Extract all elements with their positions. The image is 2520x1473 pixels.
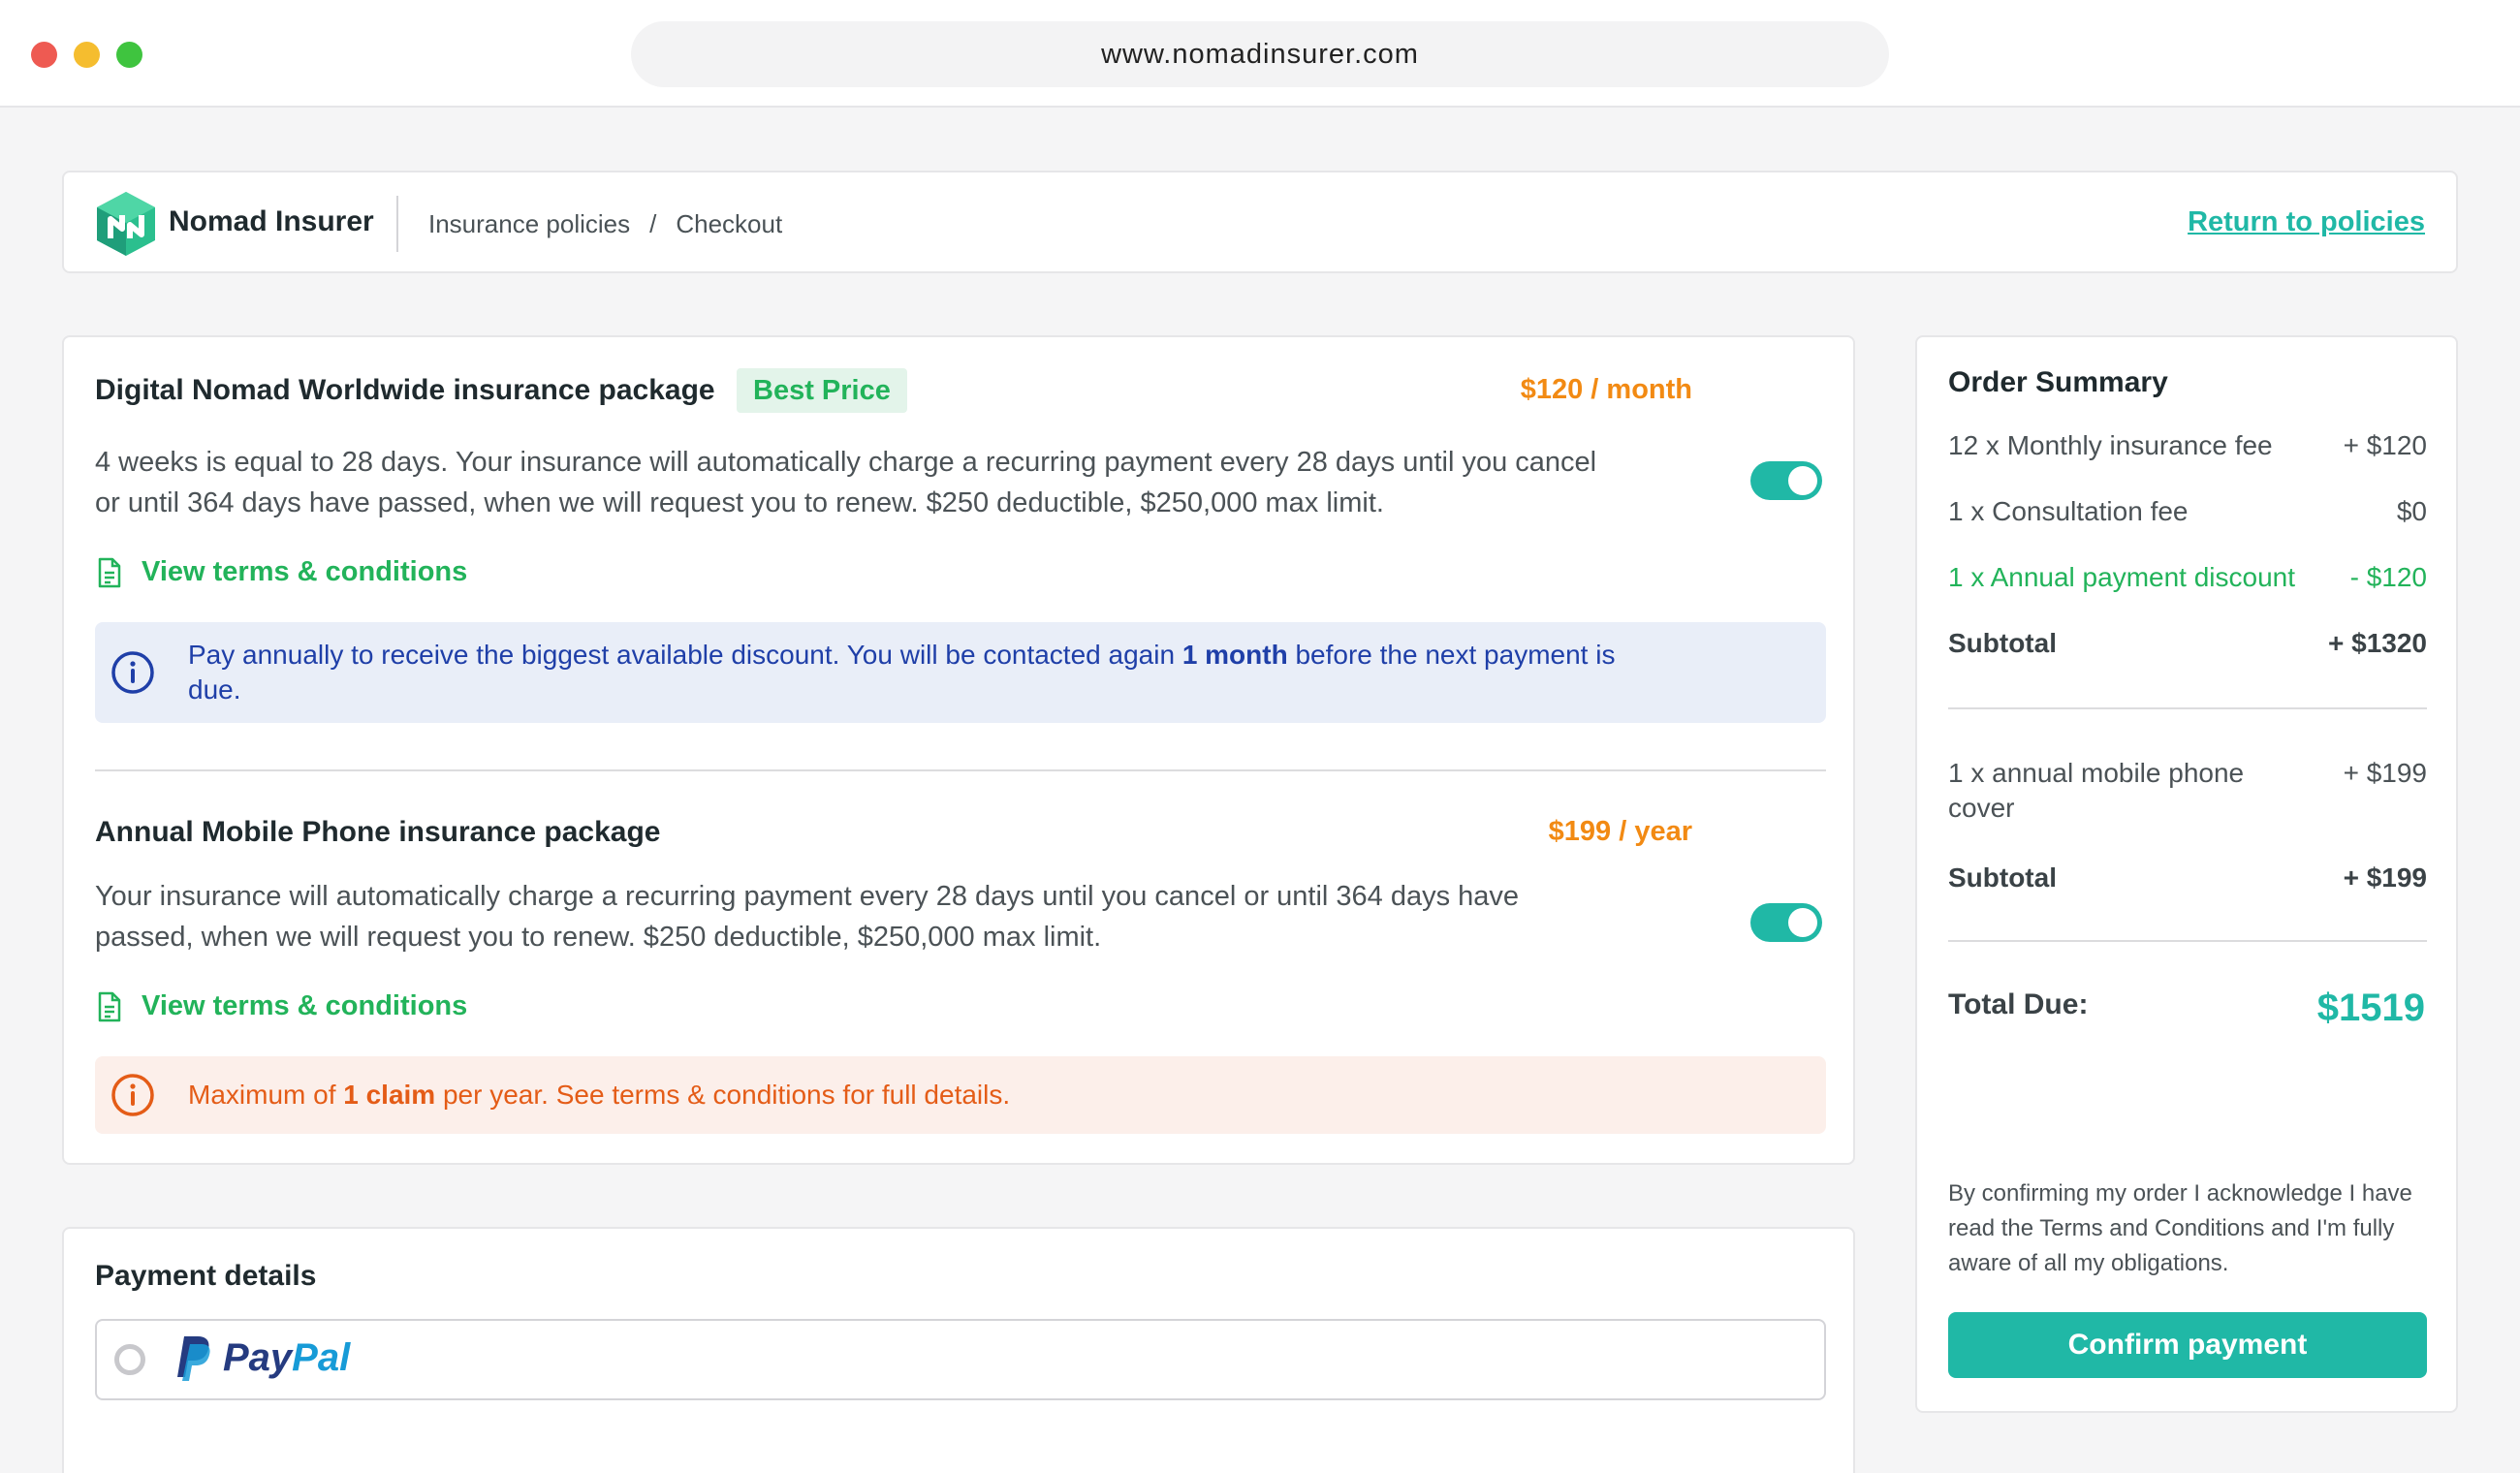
total-due-label: Total Due: (1948, 988, 2089, 1020)
package-toggle[interactable] (1750, 903, 1822, 942)
summary-row-amount: + $199 (2343, 862, 2427, 893)
confirm-payment-button[interactable]: Confirm payment (1948, 1312, 2427, 1378)
best-price-badge: Best Price (737, 368, 907, 413)
package-divider (95, 769, 1826, 771)
brand-name[interactable]: Nomad Insurer (169, 205, 374, 238)
description-line: passed, when we will request you to rene… (95, 922, 1102, 953)
packages-card: Digital Nomad Worldwide insurance packag… (62, 335, 1855, 1165)
summary-row-amount: + $1320 (2328, 628, 2427, 658)
summary-row-label: Subtotal (1948, 862, 2057, 893)
paypal-wordmark-pay: Pay (223, 1336, 293, 1379)
document-icon (98, 991, 121, 1021)
summary-divider (1948, 940, 2427, 942)
notice-highlight: 1 month (1181, 640, 1288, 670)
notice-text-part: due. (188, 674, 241, 705)
breadcrumb-checkout: Checkout (676, 209, 783, 238)
breadcrumb-insurance-policies[interactable]: Insurance policies (428, 209, 630, 239)
description-line: 4 weeks is equal to 28 days. Your insura… (95, 447, 1597, 478)
notice-text-part: per year. See terms & conditions for ful… (435, 1080, 1011, 1110)
nomad-insurer-logo-icon (97, 192, 155, 256)
summary-divider (1948, 707, 2427, 709)
browser-toolbar: www.nomadinsurer.com (0, 0, 2520, 108)
notice-text-part: Pay annually to receive the biggest avai… (188, 640, 1182, 670)
maximize-window-button[interactable] (116, 42, 142, 68)
summary-row-label: 1 x Annual payment discount (1948, 562, 2296, 592)
notice-text: Maximum of 1 claim per year. See terms &… (188, 1078, 1010, 1113)
view-terms-link[interactable]: View terms & conditions (95, 556, 467, 588)
close-window-button[interactable] (31, 42, 57, 68)
package-description: Your insurance will automatically charge… (95, 876, 1762, 957)
view-terms-label: View terms & conditions (142, 556, 468, 587)
paypal-wordmark: PayPal (223, 1336, 350, 1380)
breadcrumb-separator: / (649, 209, 657, 238)
toggle-knob (1788, 908, 1817, 937)
payment-details-card: Payment details PayPal (62, 1227, 1855, 1473)
address-bar[interactable]: www.nomadinsurer.com (631, 21, 1889, 87)
package-description: 4 weeks is equal to 28 days. Your insura… (95, 442, 1762, 523)
summary-row-amount: $0 (2396, 496, 2427, 526)
summary-row-label: 12 x Monthly insurance fee (1948, 430, 2273, 460)
notice-text-part: before the next payment is (1287, 640, 1616, 670)
document-icon (98, 557, 121, 587)
summary-row-amount: + $199 (2343, 758, 2427, 788)
order-summary-card: Order Summary 12 x Monthly insurance fee… (1915, 335, 2458, 1413)
package-title: Annual Mobile Phone insurance package (95, 816, 661, 848)
payment-details-title: Payment details (95, 1260, 317, 1292)
summary-row-label: Subtotal (1948, 628, 2057, 658)
package-price: $199 / year (1548, 816, 1692, 847)
claim-limit-notice: Maximum of 1 claim per year. See terms &… (95, 1056, 1826, 1134)
summary-row-amount: - $120 (2349, 562, 2427, 592)
paypal-radio[interactable] (114, 1344, 145, 1375)
return-to-policies-link[interactable]: Return to policies (2188, 206, 2425, 238)
toggle-knob (1788, 466, 1817, 495)
nav-divider (396, 196, 398, 252)
total-due-amount: $1519 (2316, 987, 2425, 1029)
view-terms-link[interactable]: View terms & conditions (95, 990, 467, 1022)
notice-text: Pay annually to receive the biggest avai… (188, 638, 1615, 707)
view-terms-label: View terms & conditions (142, 990, 468, 1021)
alert-info-icon (111, 1074, 154, 1116)
minimize-window-button[interactable] (74, 42, 100, 68)
description-line: Your insurance will automatically charge… (95, 881, 1520, 912)
breadcrumb: Insurance policies / Checkout (428, 209, 782, 239)
notice-highlight: 1 claim (343, 1080, 436, 1110)
package-price: $120 / month (1520, 374, 1692, 405)
summary-row: 1 x annual mobile phone cover + $199 (1948, 756, 2427, 826)
order-summary-title: Order Summary (1948, 366, 2168, 398)
acknowledgement-text: By confirming my order I acknowledge I h… (1948, 1180, 2412, 1276)
summary-row-label: 1 x annual mobile phone cover (1948, 758, 2245, 823)
description-line: or until 364 days have passed, when we w… (95, 487, 1384, 518)
summary-row-amount: + $120 (2343, 430, 2427, 460)
package-title: Digital Nomad Worldwide insurance packag… (95, 374, 715, 406)
top-navigation: Nomad Insurer Insurance policies / Check… (62, 171, 2458, 273)
summary-row-label: 1 x Consultation fee (1948, 496, 2189, 526)
paypal-logo-icon (177, 1336, 210, 1381)
package-toggle[interactable] (1750, 461, 1822, 500)
paypal-wordmark-pal: Pal (292, 1336, 351, 1379)
info-icon (111, 651, 154, 694)
discount-info-notice: Pay annually to receive the biggest avai… (95, 622, 1826, 723)
url-text: www.nomadinsurer.com (1101, 38, 1419, 70)
paypal-payment-option[interactable]: PayPal (95, 1319, 1826, 1400)
notice-text-part: Maximum of (188, 1080, 344, 1110)
